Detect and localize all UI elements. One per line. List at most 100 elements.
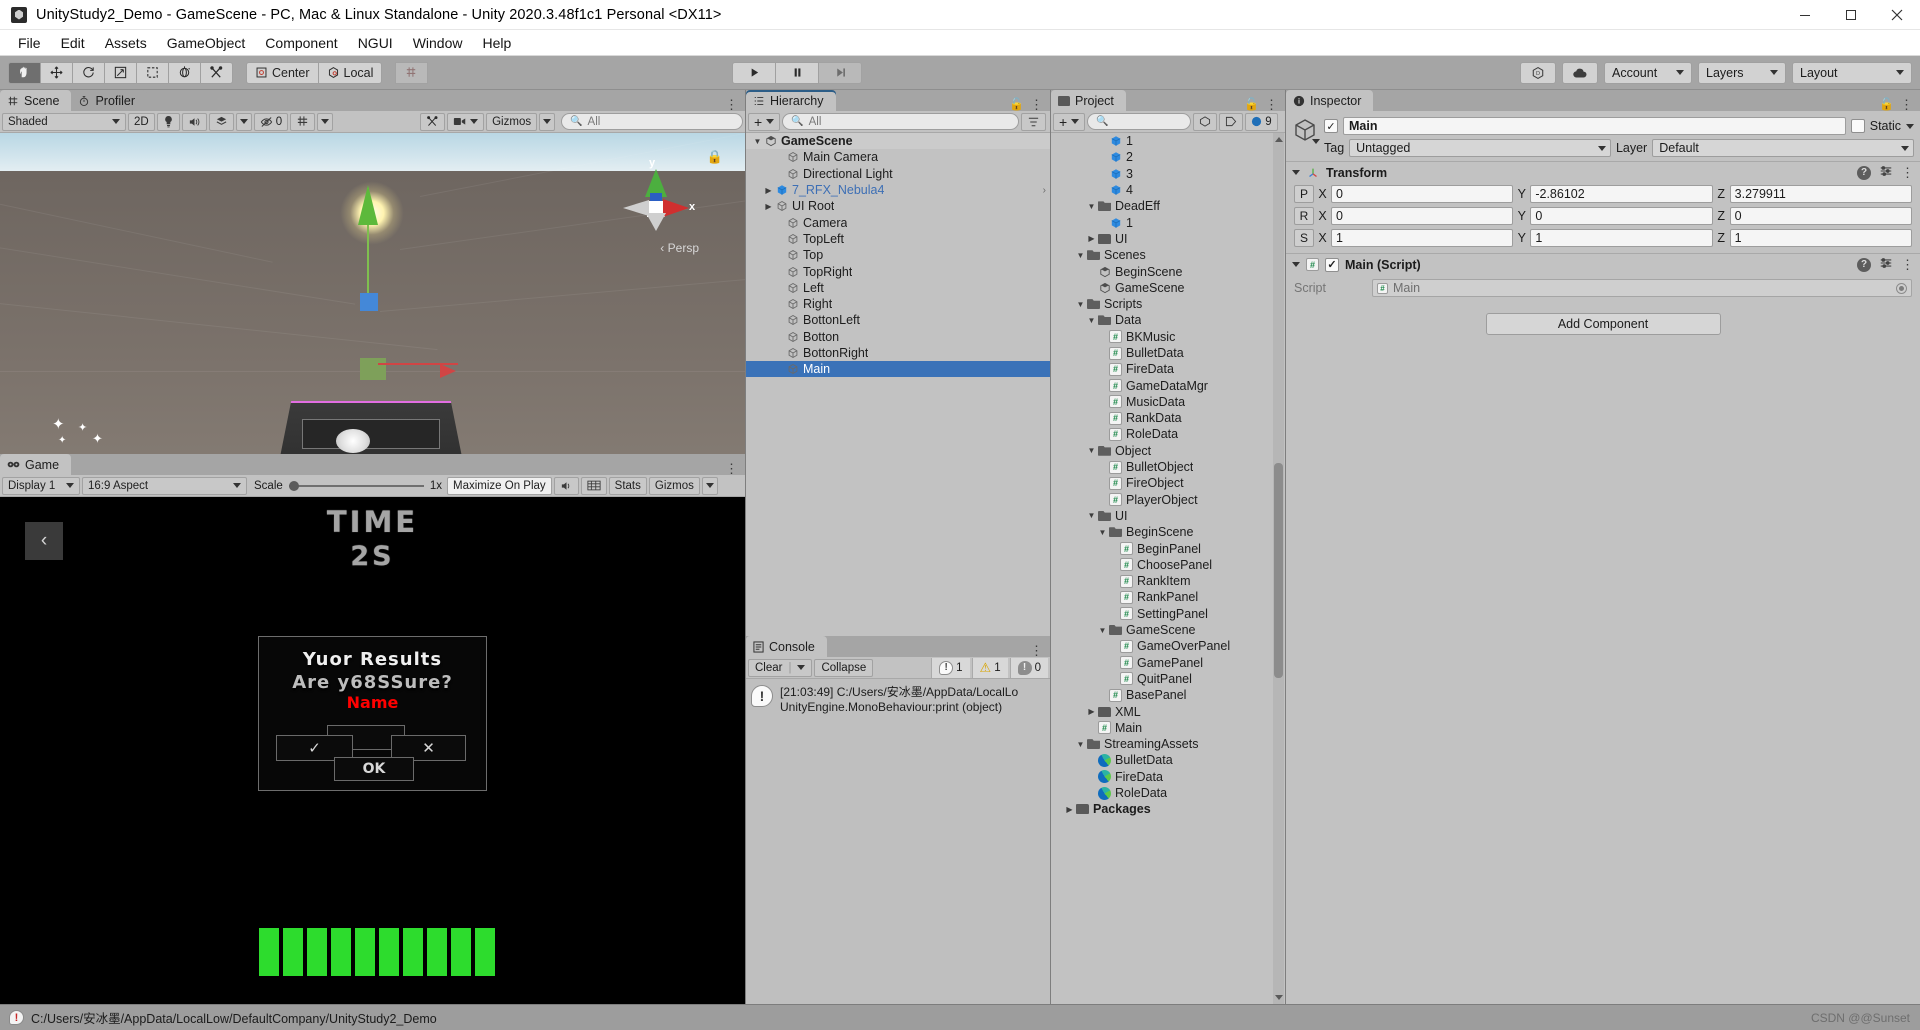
expand-triangle-open-icon[interactable]: ▼	[1086, 202, 1097, 211]
tab-profiler[interactable]: Profiler	[71, 90, 148, 111]
expand-triangle-open-icon[interactable]: ▼	[1097, 626, 1108, 635]
scroll-up-arrow[interactable]	[1275, 137, 1283, 142]
transform-z-field[interactable]: 0	[1729, 207, 1912, 225]
scene-gizmos-dropdown[interactable]	[539, 112, 556, 131]
project-scroll-thumb[interactable]	[1274, 463, 1283, 678]
tree-row[interactable]: Left	[746, 280, 1050, 296]
step-button[interactable]	[818, 61, 863, 84]
cloud-button[interactable]	[1562, 61, 1598, 84]
layers-dropdown[interactable]: Layers	[1698, 61, 1786, 84]
help-icon[interactable]: ?	[1857, 165, 1871, 180]
console-error-filter[interactable]: ! 1	[931, 657, 970, 678]
console-message-row[interactable]: ! [21:03:49] C:/Users/安冰墨/AppData/LocalL…	[746, 679, 1050, 721]
console-collapse-button[interactable]: Collapse	[814, 658, 874, 677]
menu-ngui[interactable]: NGUI	[348, 32, 403, 54]
rotate-tool-button[interactable]	[72, 61, 105, 84]
scene-search-input[interactable]: 🔍 All	[561, 113, 743, 130]
menu-file[interactable]: File	[8, 32, 51, 54]
tree-row[interactable]: # FireObject	[1051, 475, 1285, 491]
tree-row[interactable]: # BulletObject	[1051, 459, 1285, 475]
pivot-mode-button[interactable]: Center	[246, 61, 319, 84]
chevron-down-icon[interactable]	[1292, 170, 1300, 175]
game-mute-audio-button[interactable]	[553, 476, 579, 495]
rect-tool-button[interactable]	[136, 61, 169, 84]
transform-x-field[interactable]: 1	[1331, 229, 1514, 247]
tree-row[interactable]: # BeginPanel	[1051, 540, 1285, 556]
game-stats-button[interactable]: Stats	[608, 476, 647, 495]
object-name-field[interactable]: Main	[1343, 117, 1846, 135]
expand-triangle-open-icon[interactable]: ▼	[1097, 528, 1108, 537]
aspect-dropdown[interactable]: 16:9 Aspect	[82, 476, 247, 495]
tree-row[interactable]: TopRight	[746, 263, 1050, 279]
scene-viewport[interactable]: ✦ ✦ ✦ ✦ ✦ y	[0, 133, 745, 454]
tree-row[interactable]: GameScene	[1051, 280, 1285, 296]
project-lock-icon[interactable]: 🔓	[1244, 97, 1259, 111]
transform-x-field[interactable]: 0	[1331, 207, 1514, 225]
object-active-checkbox[interactable]: ✓	[1324, 119, 1338, 133]
tree-row[interactable]: ▶ 7_RFX_Nebula4 ›	[746, 182, 1050, 198]
custom-tool-button[interactable]	[200, 61, 233, 84]
hierarchy-add-button[interactable]: +	[748, 112, 781, 131]
tree-row[interactable]: # RoleData	[1051, 426, 1285, 442]
project-options-kebab[interactable]: ⋮	[1265, 98, 1278, 111]
tree-row[interactable]: # GamePanel	[1051, 655, 1285, 671]
menu-edit[interactable]: Edit	[51, 32, 95, 54]
dialog-ok-button[interactable]: OK	[334, 757, 414, 781]
scroll-down-arrow[interactable]	[1275, 995, 1283, 1000]
maximize-button[interactable]	[1828, 0, 1874, 30]
scale-slider-group[interactable]: Scale 1x	[249, 477, 447, 495]
tab-project[interactable]: Project	[1051, 90, 1126, 111]
tree-row[interactable]: TopLeft	[746, 231, 1050, 247]
tree-row[interactable]: # GameOverPanel	[1051, 638, 1285, 654]
tree-row[interactable]: # MusicData	[1051, 394, 1285, 410]
display-dropdown[interactable]: Display 1	[2, 476, 80, 495]
scene-hidden-objects-button[interactable]: 0	[253, 112, 289, 131]
inspector-options-kebab[interactable]: ⋮	[1900, 98, 1913, 111]
scale-slider-handle[interactable]	[288, 480, 299, 491]
tree-row[interactable]: # QuitPanel	[1051, 671, 1285, 687]
transform-x-field[interactable]: 0	[1331, 185, 1514, 203]
scene-grid-dropdown[interactable]	[317, 112, 334, 131]
tree-row[interactable]: # GameDataMgr	[1051, 377, 1285, 393]
tree-row[interactable]: # BasePanel	[1051, 687, 1285, 703]
project-favorites-button[interactable]: 9	[1245, 112, 1278, 131]
transform-y-field[interactable]: -2.86102	[1530, 185, 1713, 203]
expand-triangle-closed-icon[interactable]: ▶	[1086, 707, 1097, 716]
menu-gameobject[interactable]: GameObject	[157, 32, 256, 54]
scene-camera-settings-button[interactable]	[447, 112, 485, 131]
play-button[interactable]	[732, 61, 777, 84]
tree-row[interactable]: ▼ UI	[1051, 508, 1285, 524]
tree-row[interactable]: # SettingPanel	[1051, 606, 1285, 622]
chevron-down-icon[interactable]	[1906, 123, 1914, 129]
console-info-filter[interactable]: ! 0	[1009, 657, 1048, 678]
object-picker-icon[interactable]	[1896, 282, 1907, 294]
tree-row[interactable]: ▼ Scenes	[1051, 247, 1285, 263]
tree-row[interactable]: ▶ UI Root	[746, 198, 1050, 214]
game-options-kebab[interactable]: ⋮	[725, 462, 738, 475]
hand-tool-button[interactable]	[8, 61, 41, 84]
tree-row[interactable]: 3	[1051, 166, 1285, 182]
tree-row[interactable]: Camera	[746, 214, 1050, 230]
tree-row[interactable]: # RankItem	[1051, 573, 1285, 589]
tree-row[interactable]: Directional Light	[746, 166, 1050, 182]
snap-grid-button[interactable]	[395, 61, 429, 84]
hierarchy-options-kebab[interactable]: ⋮	[1030, 98, 1043, 111]
tree-row[interactable]: BulletData	[1051, 752, 1285, 768]
tree-row[interactable]: ▶ UI	[1051, 231, 1285, 247]
tree-row[interactable]: BottonLeft	[746, 312, 1050, 328]
expand-triangle-open-icon[interactable]: ▼	[1086, 446, 1097, 455]
preset-icon[interactable]	[1879, 164, 1893, 181]
hierarchy-search-input[interactable]: 🔍 All	[782, 113, 1019, 130]
pause-button[interactable]	[775, 61, 820, 84]
transform-z-field[interactable]: 3.279911	[1729, 185, 1912, 203]
tab-scene[interactable]: Scene	[0, 90, 72, 111]
tree-row[interactable]: # Main	[1051, 720, 1285, 736]
transform-y-field[interactable]: 0	[1530, 207, 1713, 225]
scene-grid-button[interactable]	[290, 112, 316, 131]
expand-triangle-closed-icon[interactable]: ▶	[763, 202, 774, 211]
tree-root-row[interactable]: ▼ GameScene	[746, 133, 1050, 150]
tab-console[interactable]: Console	[746, 636, 827, 657]
chevron-down-icon[interactable]	[1292, 262, 1300, 267]
scene-component-tools-button[interactable]	[420, 112, 446, 131]
layout-dropdown[interactable]: Layout	[1792, 61, 1912, 84]
